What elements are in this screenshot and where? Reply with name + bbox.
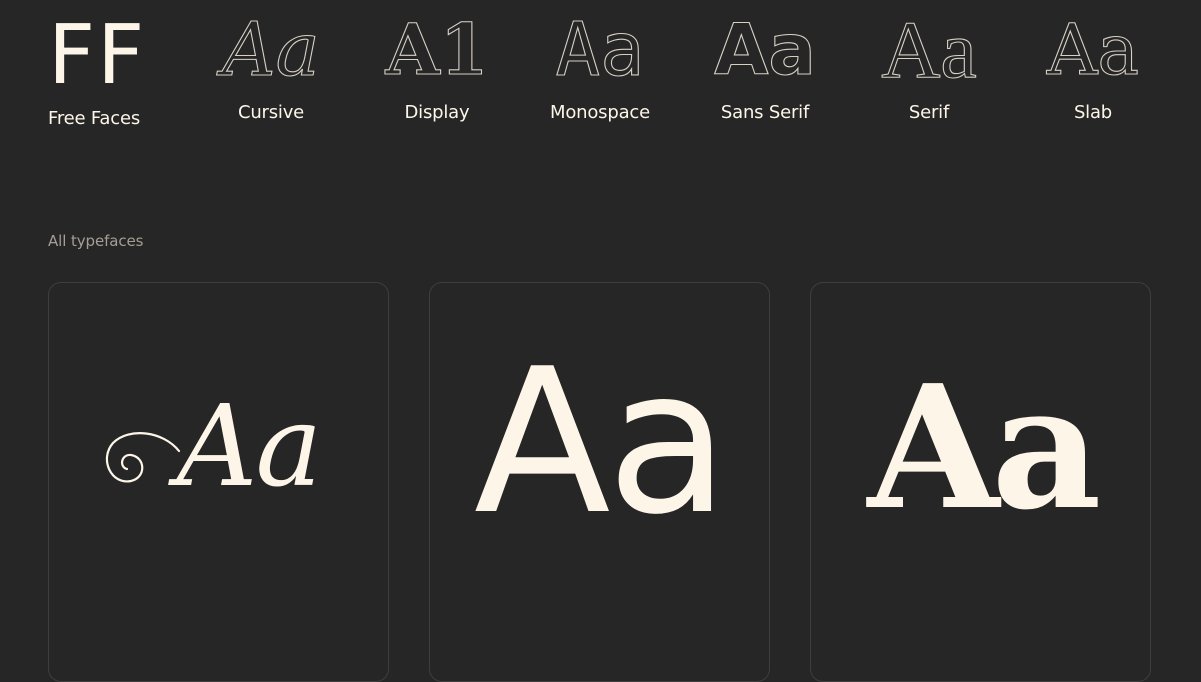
slab-sample-glyph: Aa: [1046, 9, 1140, 91]
nav-item-monospace[interactable]: Aa Monospace: [542, 0, 658, 123]
typeface-sample: Aa: [473, 326, 729, 559]
nav-item-slab[interactable]: Aa Slab: [1033, 0, 1153, 123]
nav-item-label: Serif: [908, 102, 950, 123]
nav-item-label: Monospace: [550, 102, 650, 123]
typeface-card[interactable]: Aa: [48, 282, 389, 682]
nav-item-label: Display: [404, 102, 470, 123]
nav-item-label: Cursive: [237, 102, 305, 123]
section-heading: All typefaces: [48, 232, 144, 250]
category-nav: FF Free Faces Aa Cursive A1 Display Aa M…: [0, 0, 1201, 140]
logo-label: Free Faces: [48, 108, 140, 129]
typeface-sample: Aa: [176, 382, 323, 512]
nav-item-label: Sans Serif: [720, 102, 810, 123]
display-sample-glyph: A1: [385, 8, 489, 91]
nav-item-label: Slab: [1073, 102, 1113, 123]
logo-mark: FF: [48, 8, 147, 103]
logo-link[interactable]: FF Free Faces: [48, 0, 147, 130]
typeface-card[interactable]: Aa: [810, 282, 1151, 682]
nav-item-serif[interactable]: Aa Serif: [869, 0, 989, 123]
sans-serif-sample-glyph: Aa: [714, 9, 817, 91]
serif-sample-glyph: Aa: [881, 4, 978, 95]
nav-item-sans-serif[interactable]: Aa Sans Serif: [705, 0, 825, 123]
typeface-sample: Aa: [867, 348, 1101, 548]
typeface-card[interactable]: Aa: [429, 282, 770, 682]
monospace-sample-glyph: Aa: [555, 7, 645, 93]
cursive-sample-glyph: Aa: [222, 7, 321, 93]
nav-item-cursive[interactable]: Aa Cursive: [212, 0, 330, 123]
nav-item-display[interactable]: A1 Display: [378, 0, 496, 123]
